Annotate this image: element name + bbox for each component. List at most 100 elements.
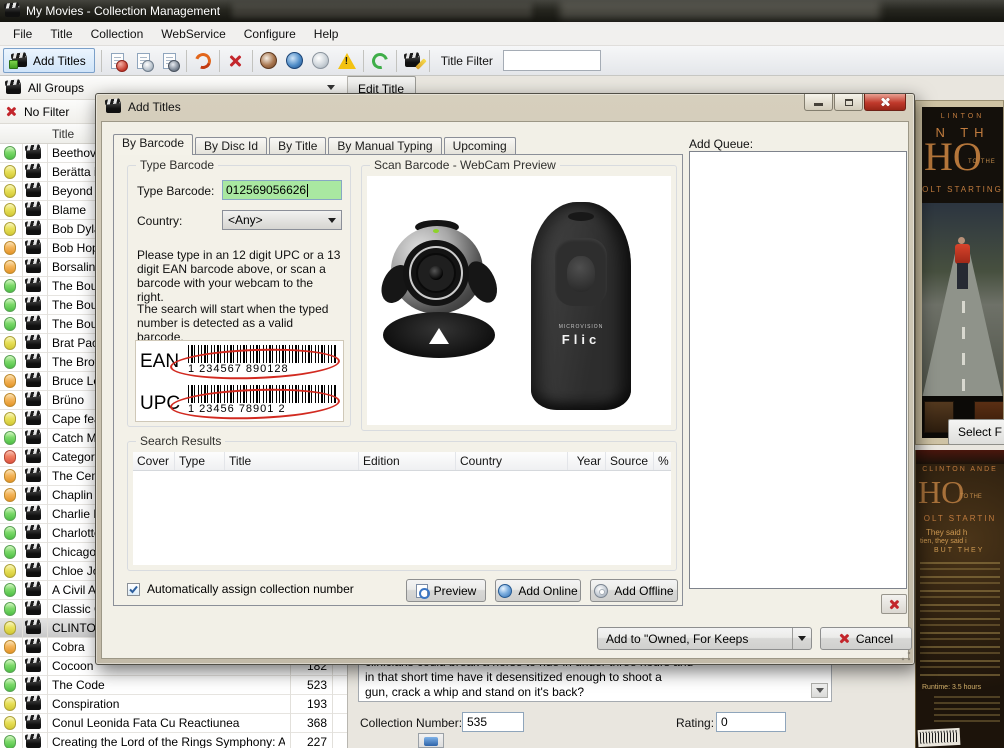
country-dropdown[interactable]: <Any> [222, 210, 342, 230]
collection-number-input[interactable] [462, 712, 524, 732]
menu-item[interactable]: Help [305, 22, 348, 46]
status-pill-icon [4, 488, 16, 502]
barcode-input[interactable]: 012569056626 [222, 180, 342, 200]
menu-item[interactable]: Configure [235, 22, 305, 46]
cover-text: Runtime: 3.5 hours [922, 684, 981, 691]
cancel-button[interactable]: Cancel [820, 627, 912, 650]
movie-title: Creating the Lord of the Rings Symphony:… [52, 733, 285, 748]
restore-button[interactable] [834, 94, 863, 111]
report-globe-button[interactable] [105, 48, 131, 74]
disc-tool-1-button[interactable] [256, 48, 282, 74]
title-filter-input[interactable] [503, 50, 601, 71]
preview-icon [416, 584, 428, 598]
resize-grip[interactable] [901, 651, 911, 661]
toolbar-separator [219, 50, 220, 72]
search-results-column-header[interactable]: Title [225, 452, 359, 470]
table-row[interactable]: Creating the Lord of the Rings Symphony:… [0, 733, 347, 748]
search-results-column-header[interactable]: Source [606, 452, 654, 470]
add-titles-dialog: Add Titles By Barcode By Disc Id By Titl… [95, 93, 915, 665]
table-row[interactable]: The Code 523 [0, 676, 347, 695]
groups-label: All Groups [28, 81, 84, 95]
close-button[interactable] [864, 94, 906, 111]
minimize-button[interactable] [804, 94, 833, 111]
search-results-column-header[interactable]: % [654, 452, 671, 470]
add-offline-label: Add Offline [614, 584, 673, 598]
status-pill-icon [4, 165, 16, 179]
search-results-column-header[interactable]: Edition [359, 452, 456, 470]
export-disc-button[interactable] [131, 48, 157, 74]
globe-icon [498, 584, 512, 598]
search-results-column-header[interactable]: Country [456, 452, 568, 470]
column-divider [22, 144, 23, 748]
rating-input[interactable] [716, 712, 786, 732]
menu-item[interactable]: WebService [152, 22, 234, 46]
status-pill-icon [4, 583, 16, 597]
movie-clapper-icon [26, 489, 41, 501]
red-x-icon [839, 633, 850, 644]
filter-label: No Filter [24, 105, 69, 119]
movie-title: Conspiration [52, 695, 285, 714]
movie-clapper-icon [26, 318, 41, 330]
tab[interactable]: By Barcode [113, 134, 193, 155]
disc-tool-3-button[interactable] [308, 48, 334, 74]
status-pill-icon [4, 431, 16, 445]
chevron-down-icon[interactable] [327, 85, 335, 90]
auto-assign-option[interactable]: Automatically assign collection number [127, 582, 354, 596]
cancel-label: Cancel [856, 632, 893, 646]
tab[interactable]: Upcoming [444, 137, 516, 155]
delete-button[interactable] [223, 48, 249, 74]
preview-button[interactable]: Preview [406, 579, 486, 602]
status-pill-icon [4, 279, 16, 293]
search-results-column-header[interactable]: Cover [133, 452, 175, 470]
add-titles-label: Add Titles [33, 54, 86, 68]
table-row[interactable]: Conspiration 193 [0, 695, 347, 714]
status-pill-icon [4, 393, 16, 407]
chevron-down-icon [328, 218, 336, 223]
movie-clapper-icon [26, 698, 41, 710]
add-queue-list[interactable] [689, 151, 907, 589]
refresh-button[interactable] [367, 48, 393, 74]
import-disc-button[interactable] [157, 48, 183, 74]
movie-number: 523 [289, 676, 327, 695]
add-online-button[interactable]: Add Online [495, 579, 581, 602]
tab[interactable]: By Disc Id [195, 137, 267, 155]
movie-clapper-icon [26, 527, 41, 539]
status-pill-icon [4, 526, 16, 540]
checkbox-checked-icon[interactable] [127, 583, 140, 596]
sync-button[interactable] [190, 48, 216, 74]
status-pill-icon [4, 697, 16, 711]
toolbar-separator [363, 50, 364, 72]
tab[interactable]: By Manual Typing [328, 137, 441, 155]
dropdown-split[interactable] [792, 628, 811, 649]
add-to-owned-dropdown-button[interactable]: Add to "Owned, For Keeps [597, 627, 812, 650]
toolbar-separator [252, 50, 253, 72]
barcode-sample-image: EAN 1 234567 890128 UPC 1 23456 78901 2 [135, 340, 344, 422]
status-pill-icon [4, 716, 16, 730]
queue-remove-button[interactable] [881, 594, 907, 614]
dialog-titlebar[interactable]: Add Titles [106, 100, 181, 114]
tab[interactable]: By Title [269, 137, 326, 155]
search-results-list[interactable] [133, 471, 671, 565]
disc-blue-icon [286, 52, 303, 69]
status-pill-icon [4, 678, 16, 692]
menu-item[interactable]: Title [41, 22, 81, 46]
cover-tool-button[interactable] [418, 733, 444, 748]
scanner-brand-text: MICROVISION [531, 324, 631, 330]
warning-triangle-icon [338, 53, 356, 69]
add-offline-button[interactable]: Add Offline [590, 579, 678, 602]
select-front-button[interactable]: Select F [948, 419, 1004, 445]
search-results-column-header[interactable]: Type [175, 452, 225, 470]
warnings-button[interactable] [334, 48, 360, 74]
disc-tool-2-button[interactable] [282, 48, 308, 74]
scroll-down-button[interactable] [811, 683, 828, 698]
add-titles-button[interactable]: Add Titles [3, 48, 95, 73]
edit-title-tool-button[interactable] [400, 48, 426, 74]
menu-item[interactable]: Collection [82, 22, 153, 46]
edit-clapper-icon [405, 55, 420, 67]
table-row[interactable]: Conul Leonida Fata Cu Reactiunea 368 [0, 714, 347, 733]
disc-brown-icon [260, 52, 277, 69]
search-results-column-header[interactable]: Year [568, 452, 606, 470]
restore-icon [845, 99, 853, 106]
menu-item[interactable]: File [4, 22, 41, 46]
status-pill-icon [4, 469, 16, 483]
